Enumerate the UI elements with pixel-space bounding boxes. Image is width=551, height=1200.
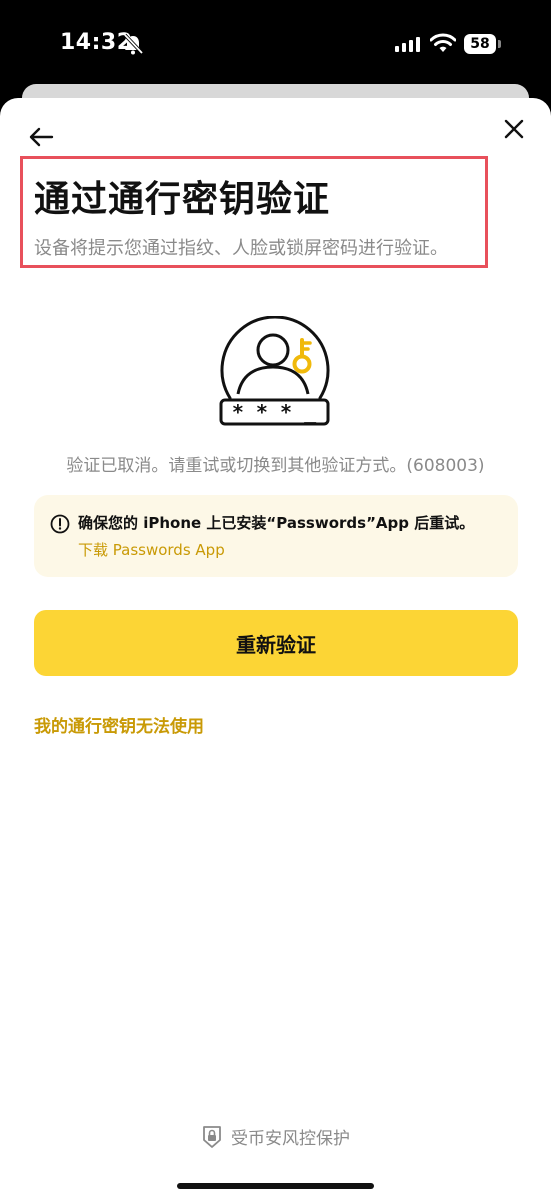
signal-icon: [395, 37, 420, 52]
page-subtitle: 设备将提示您通过指纹、人脸或锁屏密码进行验证。: [34, 238, 448, 259]
retry-verification-button[interactable]: 重新验证: [34, 610, 518, 676]
passkey-user-key-icon: * * * _: [219, 316, 330, 426]
password-mask-text: * * * _: [232, 400, 317, 424]
footer: 受币安风控保护: [0, 1124, 551, 1150]
battery-cap: [498, 40, 501, 48]
shield-lock-icon: [203, 1125, 221, 1148]
bell-slash-icon: [123, 33, 144, 55]
battery-icon: 58: [464, 34, 496, 54]
download-passwords-link[interactable]: 下载 Passwords App: [78, 539, 225, 560]
info-icon: [50, 514, 70, 534]
close-icon[interactable]: [503, 118, 525, 140]
footer-text: 受币安风控保护: [231, 1129, 350, 1149]
notice-box: [34, 495, 518, 577]
page-title: 通过通行密钥验证: [34, 179, 331, 220]
error-message: 验证已取消。请重试或切换到其他验证方式。(608003): [66, 456, 485, 476]
notice-text: 确保您的 iPhone 上已安装“Passwords”App 后重试。: [78, 514, 475, 532]
status-bar: 14:32 58: [0, 0, 551, 90]
home-indicator[interactable]: [177, 1183, 374, 1189]
wifi-icon: [430, 33, 456, 52]
arrow-left-icon[interactable]: [28, 126, 54, 148]
passkey-not-working-link[interactable]: 我的通行密钥无法使用: [34, 712, 204, 737]
